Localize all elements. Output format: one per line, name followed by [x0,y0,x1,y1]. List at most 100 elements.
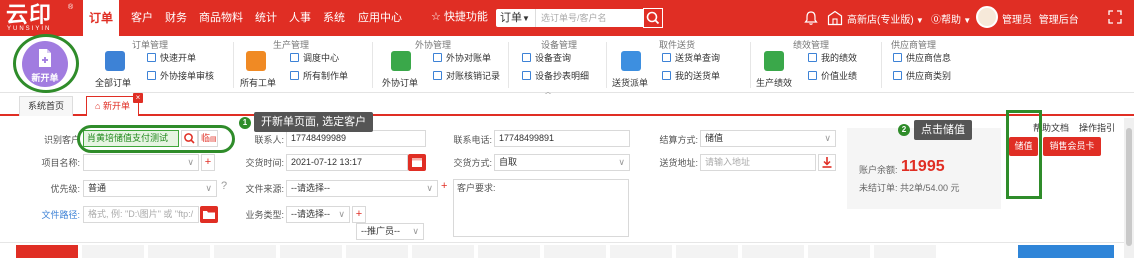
file-path-label[interactable]: 文件路径: [28,208,80,221]
file-source-select[interactable]: --请选择-- ∨ [286,180,438,197]
nav-item-hr[interactable]: 人事 [289,11,311,25]
outsource-review-label: 外协接单审核 [160,71,215,81]
search-button[interactable] [643,8,663,28]
product-tab[interactable] [412,245,474,258]
outsource-review-link[interactable]: 外协接单审核 [147,70,214,82]
reconcile-record-link[interactable]: 对账核销记录 [433,70,500,82]
fullscreen-icon[interactable] [1108,10,1122,24]
chevron-down-icon: ∨ [187,157,194,167]
document-icon [290,53,299,62]
contact-field[interactable]: 17748499989 [286,130,426,147]
nav-item-app-center[interactable]: 应用中心 [358,11,402,25]
quick-order-label: 快速开单 [160,53,197,63]
add-business-type-button[interactable]: + [352,206,366,223]
delivery-time-field[interactable]: 2021-07-12 13:17 [286,154,408,171]
product-tab[interactable] [214,245,276,258]
nav-item-goods[interactable]: 商品物料 [199,11,243,25]
folder-button[interactable] [200,206,218,223]
add-project-button[interactable]: + [201,154,215,171]
tab-new-order[interactable]: ⌂ 新开单 × [86,93,143,116]
quick-functions[interactable]: ☆ 快捷功能 [431,10,488,24]
address-input[interactable]: 请输入地址 [700,154,816,171]
nav-item-system[interactable]: 系统 [323,11,345,25]
nav-item-customer[interactable]: 客户 [131,11,153,25]
my-performance-label: 我的绩效 [821,53,858,63]
search-input[interactable] [535,9,643,27]
supplier-type-link[interactable]: 供应商类别 [893,70,951,82]
product-tab[interactable] [478,245,540,258]
document-icon [433,71,442,80]
settlement-value: 储值 [705,133,724,143]
delivery-query-link[interactable]: 送货单查询 [662,52,720,64]
outsource-reconcile-link[interactable]: 外协对账单 [433,52,491,64]
value-performance-link[interactable]: 价值业绩 [808,70,857,82]
product-tab[interactable] [874,245,936,258]
product-tab[interactable] [346,245,408,258]
close-icon[interactable]: × [132,93,143,103]
help-menu[interactable]: ⓪帮助 ▼ [931,11,971,26]
device-query-label: 设备查询 [535,53,572,63]
admin-backend-link[interactable]: 管理后台 [1039,15,1079,26]
product-tab[interactable] [544,245,606,258]
product-tab[interactable] [742,245,804,258]
group-title-device: 设备管理 [541,40,578,50]
highlight-new-order-oval [13,34,79,93]
promoter-select[interactable]: --推广员-- ∨ [356,223,424,240]
store-name[interactable]: 高新店(专业版) ▼ [847,11,924,26]
settlement-select[interactable]: 储值 ∨ [700,130,836,147]
op-guide-link[interactable]: 操作指引 [1079,121,1115,134]
vertical-scrollbar[interactable] [1124,118,1134,258]
tab-home[interactable]: 系统首页 [19,96,74,116]
phone-field[interactable]: 17748499891 [494,130,630,147]
delivery-method-select[interactable]: 自取 ∨ [494,154,630,171]
file-path-input[interactable]: 格式, 例: "D:\图片" 或 "ftp:/ [83,206,199,223]
nav-item-statistics[interactable]: 统计 [255,11,277,25]
app-logo[interactable]: 云印 YUNSIYIN ® [6,4,73,33]
product-tab-action[interactable] [1018,245,1114,258]
product-tab[interactable] [148,245,210,258]
page-tab-bar: 系统首页 ⌂ 新开单 × [0,93,1134,116]
business-type-label: 业务类型: [245,210,284,220]
add-file-source-button[interactable]: + [441,180,447,192]
product-tab[interactable] [610,245,672,258]
chevron-down-icon: ∨ [412,226,419,236]
unsettled-orders: 未结订单: 共2单/54.00 元 [859,183,960,193]
priority-select[interactable]: 普通 ∨ [83,180,217,197]
all-production-link[interactable]: 所有制作单 [290,70,348,82]
address-download-button[interactable] [818,154,836,171]
supplier-info-link[interactable]: 供应商信息 [893,52,951,64]
member-card-button[interactable]: 销售会员卡 [1043,137,1101,156]
product-tab[interactable] [280,245,342,258]
document-icon [147,53,156,62]
my-delivery-link[interactable]: 我的送货单 [662,70,720,82]
product-tab[interactable] [82,245,144,258]
dispatch-center-label: 调度中心 [303,53,340,63]
help-circle-icon[interactable]: ? [221,180,227,192]
customer-requirements-textarea[interactable]: 客户要求: [453,179,629,237]
scrollbar-thumb[interactable] [1126,128,1132,246]
product-tab[interactable] [808,245,870,258]
bell-icon[interactable] [804,10,818,26]
my-performance-link[interactable]: 我的绩效 [808,52,857,64]
nav-item-finance[interactable]: 财务 [165,11,187,25]
business-type-select[interactable]: --请选择-- ∨ [286,206,350,223]
device-meter-link[interactable]: 设备抄表明细 [522,70,589,82]
search-type-select[interactable]: 订单▼ [496,9,535,27]
supplier-info-label: 供应商信息 [906,53,952,63]
product-tab[interactable] [16,245,78,258]
avatar[interactable] [976,6,998,28]
calendar-button[interactable] [408,154,426,171]
document-icon [808,53,817,62]
delivery-icon [621,51,641,71]
project-name-select[interactable]: ∨ [83,154,199,171]
outsource-order-label: 外协订单 [382,78,419,88]
dispatch-center-link[interactable]: 调度中心 [290,52,339,64]
group-title-pickup: 取件送货 [659,40,696,50]
group-separator [508,42,509,88]
device-query-link[interactable]: 设备查询 [522,52,571,64]
product-tab[interactable] [676,245,738,258]
quick-order-link[interactable]: 快速开单 [147,52,196,64]
nav-item-order[interactable]: 订单 [83,0,119,36]
user-menu[interactable]: 管理员 管理后台 [1002,11,1079,26]
home-icon: ⌂ [95,101,101,111]
